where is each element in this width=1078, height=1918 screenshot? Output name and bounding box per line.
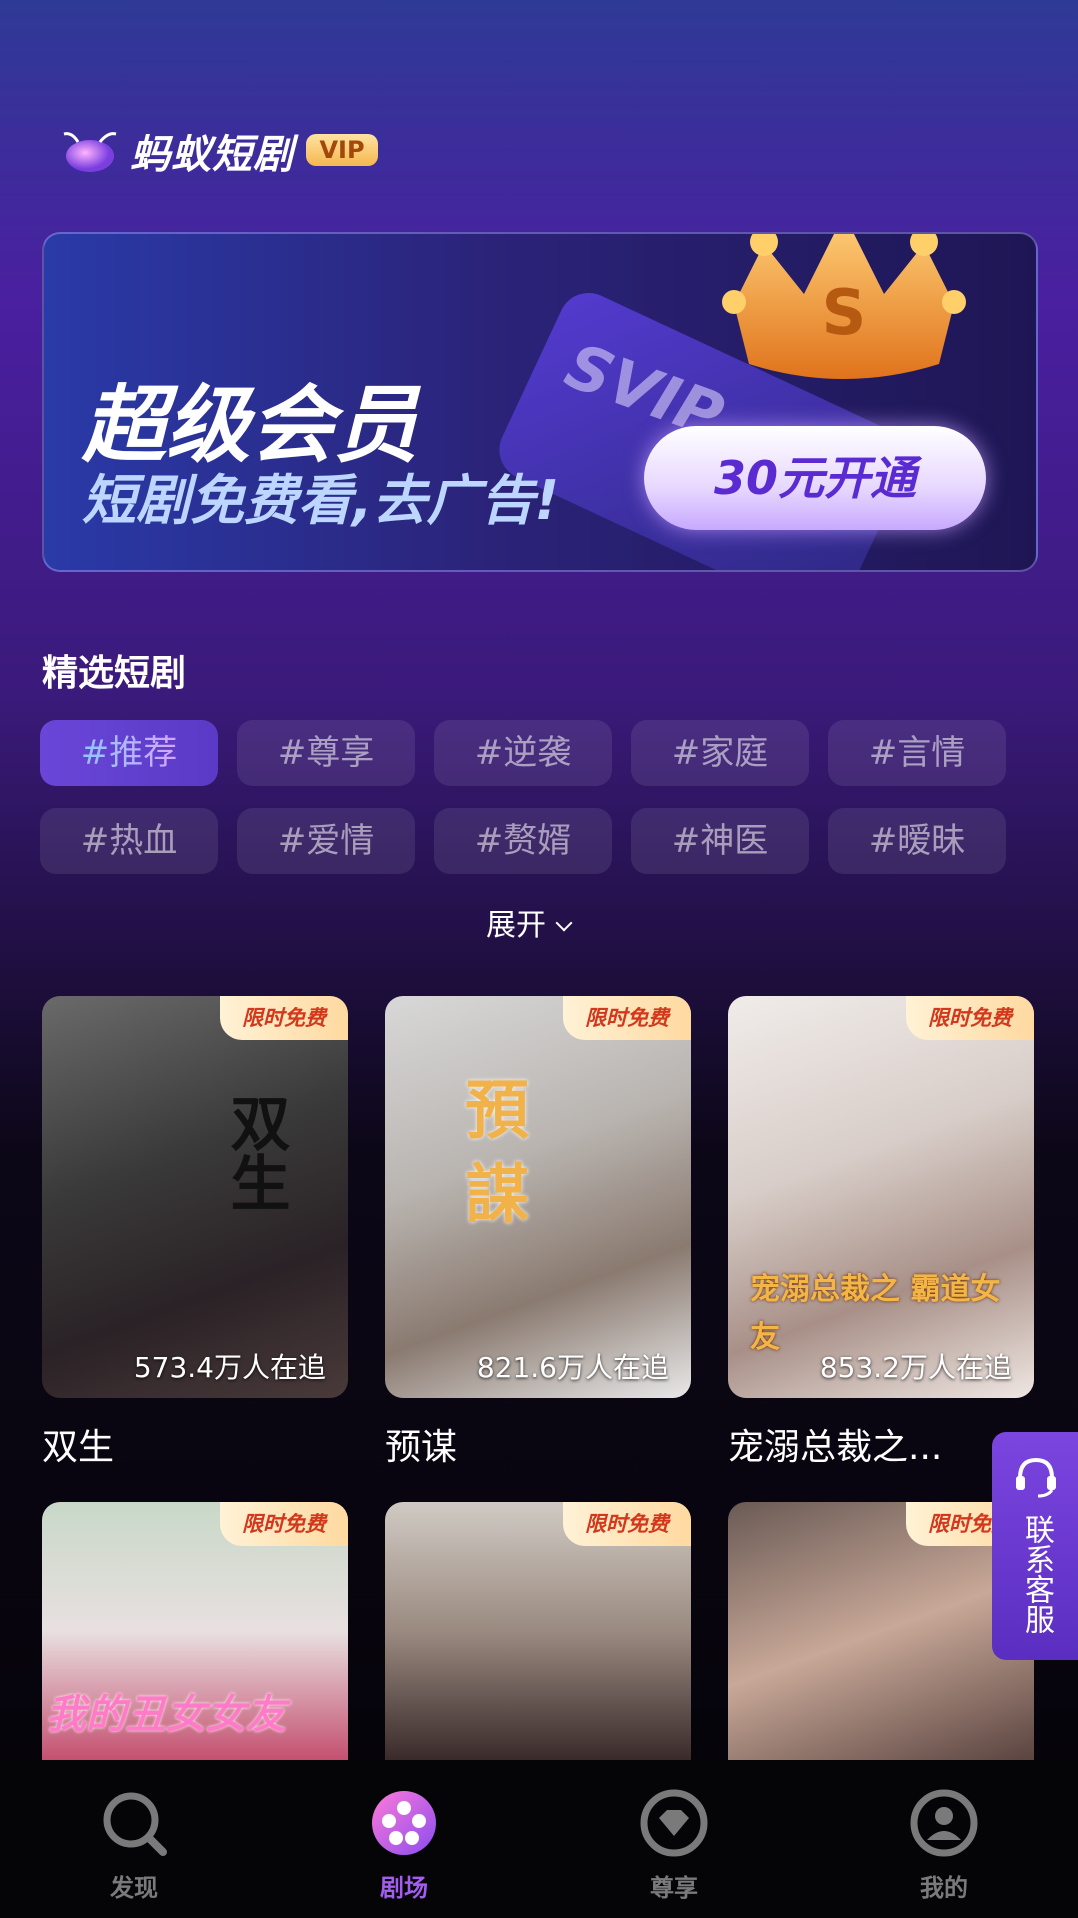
limited-free-badge: 限时免费 (906, 996, 1034, 1040)
nav-label: 剧场 (380, 1874, 428, 1902)
headset-icon (1016, 1457, 1056, 1498)
drama-card[interactable]: 預謀 限时免费 821.6万人在追 (385, 996, 691, 1398)
drama-title[interactable]: 预谋 (385, 1418, 457, 1470)
app-header: 蚂蚁短剧 VIP (56, 118, 416, 182)
customer-service-button[interactable]: 联系客服 (992, 1432, 1078, 1660)
poster-title: 我的丑女女友 (46, 1692, 286, 1738)
follower-count: 853.2万人在追 (819, 1351, 1012, 1384)
search-icon (103, 1792, 167, 1856)
expand-label: 展开 (486, 908, 546, 943)
follower-count: 573.4万人在追 (133, 1351, 326, 1384)
nav-theater[interactable]: 剧场 (334, 1788, 474, 1903)
expand-button[interactable]: 展开 (486, 900, 573, 944)
drama-card[interactable]: 我的丑女女友 限时免费 (42, 1502, 348, 1760)
open-membership-button[interactable]: 30元开通 (644, 426, 986, 530)
limited-free-badge: 限时免费 (220, 1502, 348, 1546)
follower-count: 821.6万人在追 (476, 1351, 669, 1384)
vip-badge: VIP (306, 134, 378, 166)
banner-subtitle: 短剧免费看,去广告! (82, 469, 560, 532)
section-title: 精选短剧 (42, 653, 187, 694)
app-name: 蚂蚁短剧 (130, 132, 294, 178)
film-reel-icon (372, 1791, 436, 1855)
tag-family[interactable]: #家庭 (631, 720, 809, 786)
tag-ambiguous[interactable]: #暧昧 (828, 808, 1006, 874)
tag-love[interactable]: #爱情 (237, 808, 415, 874)
user-icon (910, 1789, 978, 1857)
ant-logo-icon (63, 132, 117, 172)
tag-recommend[interactable]: #推荐 (40, 720, 218, 786)
tag-son-in-law[interactable]: #赘婿 (434, 808, 612, 874)
tag-doctor[interactable]: #神医 (631, 808, 809, 874)
tag-comeback[interactable]: #逆袭 (434, 720, 612, 786)
drama-poster (385, 996, 691, 1398)
bottom-navigation: 发现 剧场 尊享 我的 (0, 1760, 1078, 1918)
nav-mine[interactable]: 我的 (874, 1788, 1014, 1903)
tag-romance[interactable]: #言情 (828, 720, 1006, 786)
poster-title: 預謀 (454, 1076, 529, 1244)
svip-banner[interactable]: SVIP 超级会员 短剧免费看,去广告! S 30元开通 (42, 232, 1038, 572)
drama-card[interactable]: 限时免费 (728, 1502, 1034, 1760)
tag-passion[interactable]: #热血 (40, 808, 218, 874)
nav-discover[interactable]: 发现 (64, 1788, 204, 1903)
chevron-down-icon (555, 914, 573, 932)
drama-title[interactable]: 宠溺总裁之... (728, 1418, 942, 1470)
nav-premium[interactable]: 尊享 (604, 1788, 744, 1903)
drama-poster (42, 996, 348, 1398)
nav-label: 我的 (920, 1874, 968, 1902)
crown-letter: S (822, 276, 867, 349)
nav-label: 尊享 (650, 1874, 698, 1902)
drama-card[interactable]: 限时免费 (385, 1502, 691, 1760)
crown-icon: S (722, 234, 966, 379)
drama-card[interactable]: 宠溺总裁之 霸道女友 限时免费 853.2万人在追 (728, 996, 1034, 1398)
diamond-icon (640, 1789, 708, 1857)
drama-card[interactable]: 双生 限时免费 573.4万人在追 (42, 996, 348, 1398)
drama-title[interactable]: 双生 (42, 1418, 114, 1470)
customer-service-label: 联系客服 (1019, 1514, 1054, 1634)
limited-free-badge: 限时免费 (563, 1502, 691, 1546)
tag-premium[interactable]: #尊享 (237, 720, 415, 786)
limited-free-badge: 限时免费 (220, 996, 348, 1040)
limited-free-badge: 限时免费 (563, 996, 691, 1040)
nav-label: 发现 (110, 1874, 158, 1902)
poster-title: 双生 (220, 1092, 290, 1212)
